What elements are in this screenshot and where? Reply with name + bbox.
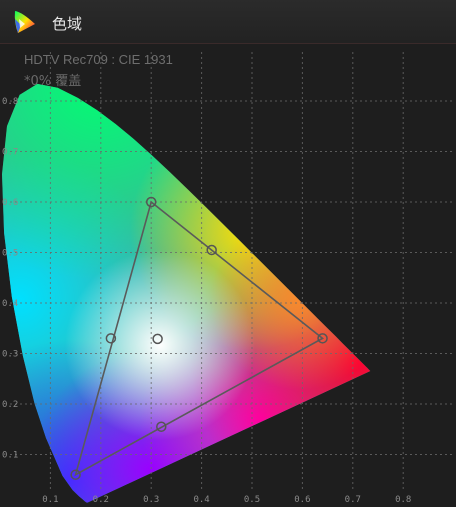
y-tick-label: 0.7 (2, 148, 18, 158)
y-tick-label: 0.6 (2, 198, 18, 208)
color-standard-label: HDTV Rec709 : CIE 1931 (24, 52, 173, 67)
y-tick-label: 0.5 (2, 249, 18, 259)
x-tick-label: 0.6 (294, 495, 310, 505)
x-tick-label: 0.5 (244, 495, 260, 505)
x-tick-label: 0.1 (42, 495, 58, 505)
gamut-panel: 色域 0.1 0.2 0.3 0.4 0.5 0.6 0.7 0.8 0.1 0… (0, 0, 456, 507)
y-tick-label: 0.1 (2, 451, 18, 461)
x-tick-label: 0.3 (143, 495, 159, 505)
chromaticity-fill (2, 83, 371, 503)
y-tick-label: 0.2 (2, 400, 18, 410)
x-tick-label: 0.8 (395, 495, 411, 505)
x-tick-label: 0.4 (193, 495, 209, 505)
y-tick-label: 0.3 (2, 350, 18, 360)
y-tick-label: 0.4 (2, 299, 18, 309)
x-tick-label: 0.7 (345, 495, 361, 505)
x-axis-ticks: 0.1 0.2 0.3 0.4 0.5 0.6 0.7 0.8 (42, 495, 411, 505)
coverage-label: *0% 覆盖 (24, 74, 82, 89)
x-tick-label: 0.2 (93, 495, 109, 505)
y-tick-label: 0.8 (2, 97, 18, 107)
